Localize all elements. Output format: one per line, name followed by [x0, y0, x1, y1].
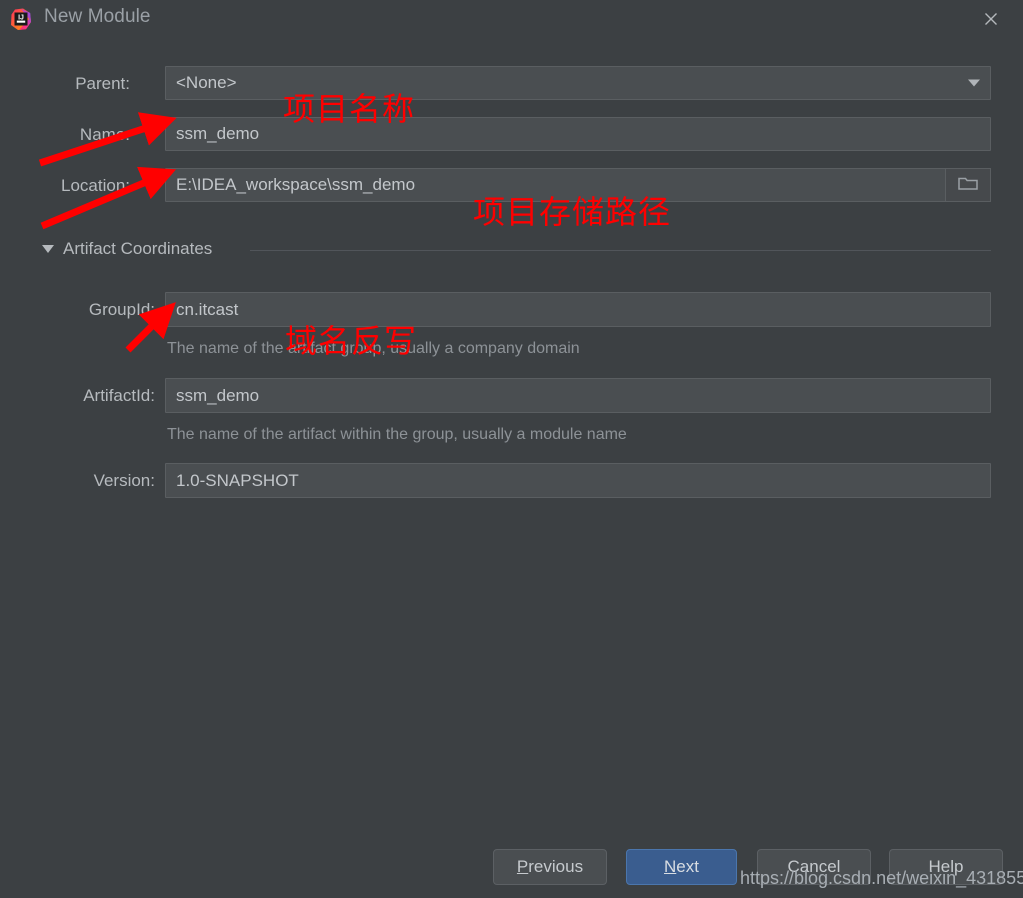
version-value: 1.0-SNAPSHOT	[176, 470, 299, 490]
name-label: Name:	[79, 125, 130, 144]
group-id-input[interactable]: cn.itcast	[165, 292, 991, 327]
artifact-coordinates-label: Artifact Coordinates	[63, 239, 213, 258]
location-label: Location:	[61, 176, 130, 195]
artifact-id-label: ArtifactId:	[83, 386, 155, 405]
location-input[interactable]: E:\IDEA_workspace\ssm_demo	[165, 168, 991, 202]
title-bar: IJ New Module	[0, 0, 1023, 38]
cancel-button[interactable]: Cancel	[757, 849, 871, 885]
parent-label: Parent:	[75, 74, 130, 93]
version-input[interactable]: 1.0-SNAPSHOT	[165, 463, 991, 498]
version-label: Version:	[93, 471, 155, 490]
browse-folder-button[interactable]	[945, 168, 991, 202]
chevron-down-icon	[968, 79, 980, 87]
svg-text:IJ: IJ	[18, 14, 24, 21]
artifact-id-input[interactable]: ssm_demo	[165, 378, 991, 413]
parent-combo[interactable]: <None>	[165, 66, 991, 100]
group-id-value: cn.itcast	[176, 299, 239, 319]
section-divider	[250, 250, 991, 251]
artifact-coordinates-toggle[interactable]: Artifact Coordinates	[42, 239, 212, 259]
name-input[interactable]: ssm_demo	[165, 117, 991, 151]
previous-button-label-rest: revious	[528, 857, 584, 876]
close-icon[interactable]	[973, 4, 1009, 34]
location-value: E:\IDEA_workspace\ssm_demo	[176, 175, 416, 194]
next-mnemonic: N	[664, 857, 677, 876]
name-value: ssm_demo	[176, 124, 260, 143]
cancel-button-label: Cancel	[787, 857, 841, 876]
previous-mnemonic: P	[516, 857, 529, 876]
help-button[interactable]: Help	[889, 849, 1003, 885]
parent-value: <None>	[176, 73, 237, 92]
folder-icon	[958, 175, 978, 196]
artifact-id-value: ssm_demo	[176, 385, 260, 405]
help-button-label: Help	[928, 857, 964, 876]
artifact-id-hint: The name of the artifact within the grou…	[167, 426, 627, 443]
window-title: New Module	[44, 6, 151, 27]
triangle-down-icon	[42, 245, 54, 253]
previous-button[interactable]: Previous	[493, 849, 607, 885]
group-id-hint: The name of the artifact group, usually …	[167, 340, 580, 357]
group-id-label: GroupId:	[88, 300, 155, 319]
intellij-idea-icon: IJ	[9, 7, 33, 31]
next-button[interactable]: Next	[626, 849, 737, 885]
next-button-label-rest: ext	[676, 857, 699, 876]
